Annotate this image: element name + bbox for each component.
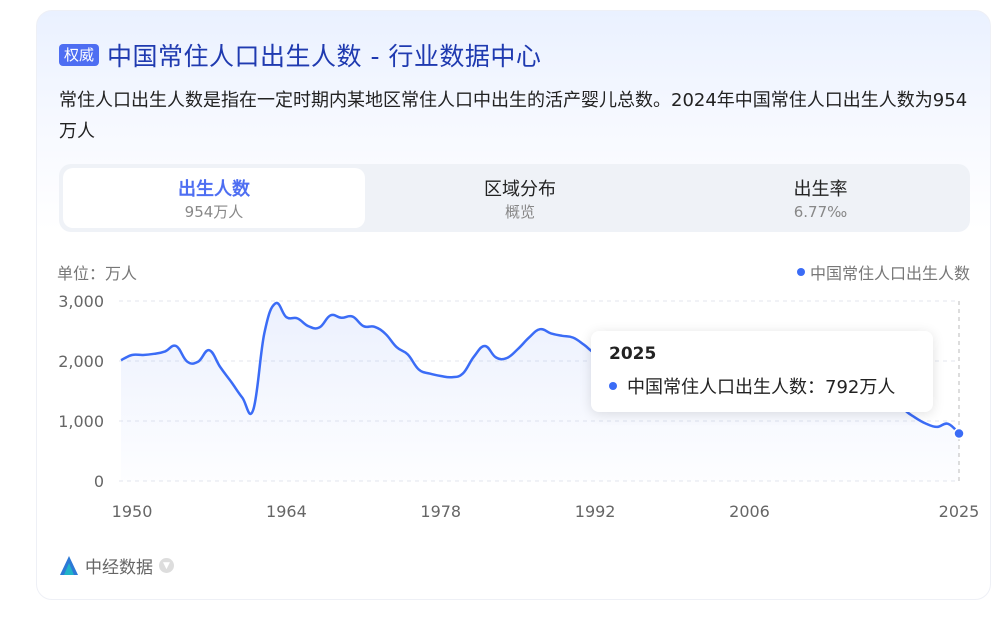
y-tick-label: 2,000: [58, 352, 104, 371]
authority-badge: 权威: [59, 44, 100, 66]
tab-births[interactable]: 出生人数 954万人: [63, 168, 365, 228]
description-text: 常住人口出生人数是指在一定时期内某地区常住人口中出生的活产婴儿总数。2024年中…: [59, 90, 968, 142]
tab-regional[interactable]: 区域分布 概览: [369, 168, 671, 228]
tab-birth-rate[interactable]: 出生率 6.77‰: [675, 168, 966, 228]
x-tick-label: 1992: [575, 502, 616, 521]
x-tick-label: 1978: [420, 502, 461, 521]
tab-value: 6.77‰: [793, 203, 848, 221]
tab-value: 954万人: [184, 203, 244, 221]
tab-value: 概览: [504, 203, 535, 221]
tab-label: 出生人数: [178, 179, 250, 200]
tooltip-series-dot: [609, 382, 617, 390]
x-tick-label: 2025: [939, 502, 980, 521]
x-tick-label: 2006: [729, 502, 770, 521]
highlight-point: [953, 427, 965, 440]
source-name: 中经数据: [85, 558, 153, 578]
card-header: 权威 中国常住人口出生人数 - 行业数据中心: [59, 37, 541, 73]
tooltip-row: 中国常住人口出生人数：792万人: [609, 373, 915, 399]
tooltip-title: 2025: [609, 344, 657, 364]
y-tick-label: 0: [94, 472, 104, 491]
tab-bar: 出生人数 954万人 区域分布 概览 出生率 6.77‰: [59, 164, 970, 232]
chevron-down-icon[interactable]: ▼: [159, 558, 174, 573]
data-source[interactable]: 中经数据 ▼: [59, 553, 174, 578]
zhongjing-logo-icon: [60, 555, 78, 575]
x-tick-label: 1950: [112, 502, 153, 521]
x-tick-label: 1964: [266, 502, 307, 521]
stats-card: 权威 中国常住人口出生人数 - 行业数据中心 常住人口出生人数是指在一定时期内某…: [36, 10, 991, 600]
tab-label: 区域分布: [484, 179, 556, 200]
y-tick-label: 3,000: [58, 292, 104, 311]
y-tick-label: 1,000: [58, 412, 104, 431]
legend-dot: [796, 268, 805, 276]
tooltip-value: 中国常住人口出生人数：792万人: [627, 377, 896, 398]
chart-tooltip: 2025 中国常住人口出生人数：792万人: [591, 331, 933, 412]
page-title[interactable]: 中国常住人口出生人数 - 行业数据中心: [107, 37, 541, 73]
tab-label: 出生率: [793, 179, 848, 200]
